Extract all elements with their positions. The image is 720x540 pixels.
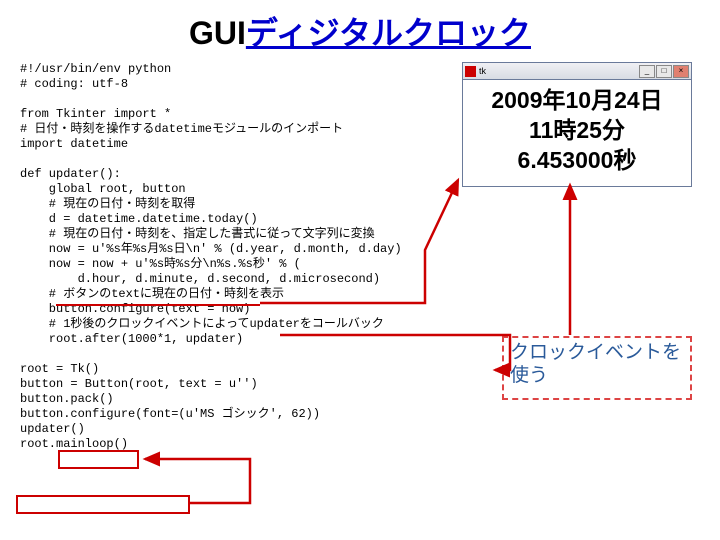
tk-icon [465, 66, 476, 77]
minimize-button[interactable]: _ [639, 65, 655, 78]
clock-date: 2009年10月24日 [467, 86, 687, 116]
clock-time: 11時25分 [467, 116, 687, 146]
clock-seconds: 6.453000秒 [467, 146, 687, 176]
code-block: #!/usr/bin/env python # coding: utf-8 fr… [20, 62, 402, 452]
title-plain: GUI [189, 15, 246, 51]
page-title: GUIディジタルクロック [0, 0, 720, 58]
highlight-mainloop [16, 495, 190, 514]
tk-window: tk _ □ × 2009年10月24日 11時25分 6.453000秒 [462, 62, 692, 187]
close-button[interactable]: × [673, 65, 689, 78]
clock-body: 2009年10月24日 11時25分 6.453000秒 [463, 80, 691, 186]
window-title: tk [479, 66, 486, 76]
window-titlebar: tk _ □ × [463, 63, 691, 80]
maximize-button[interactable]: □ [656, 65, 672, 78]
highlight-updater [58, 450, 139, 469]
callout-box: クロックイベントを使う [502, 336, 692, 400]
title-link[interactable]: ディジタルクロック [246, 15, 531, 51]
